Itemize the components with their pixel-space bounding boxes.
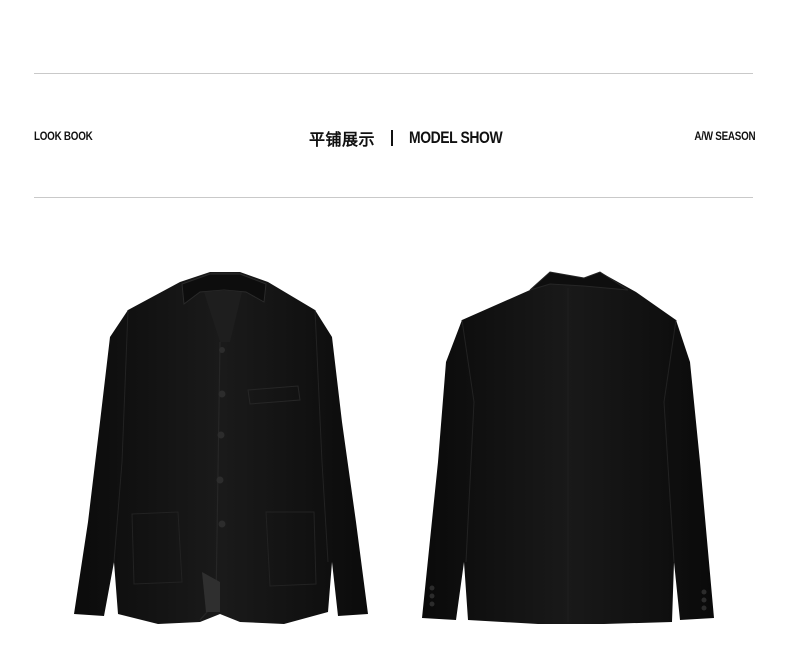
title-separator [391, 130, 394, 146]
jacket-back-image [418, 262, 724, 634]
jacket-front-image [70, 262, 372, 634]
section-title: 平铺展示 MODEL SHOW [309, 126, 523, 150]
jacket-front-icon [74, 272, 368, 624]
title-english: MODEL SHOW [409, 128, 503, 147]
jacket-back-icon [422, 271, 714, 624]
top-divider [34, 73, 753, 74]
section-header: LOOK BOOK 平铺展示 MODEL SHOW A/W SEASON [0, 118, 790, 158]
title-chinese: 平铺展示 [309, 130, 376, 149]
lookbook-label: LOOK BOOK [34, 129, 93, 143]
season-label: A/W SEASON [694, 129, 755, 143]
bottom-divider [34, 197, 753, 198]
